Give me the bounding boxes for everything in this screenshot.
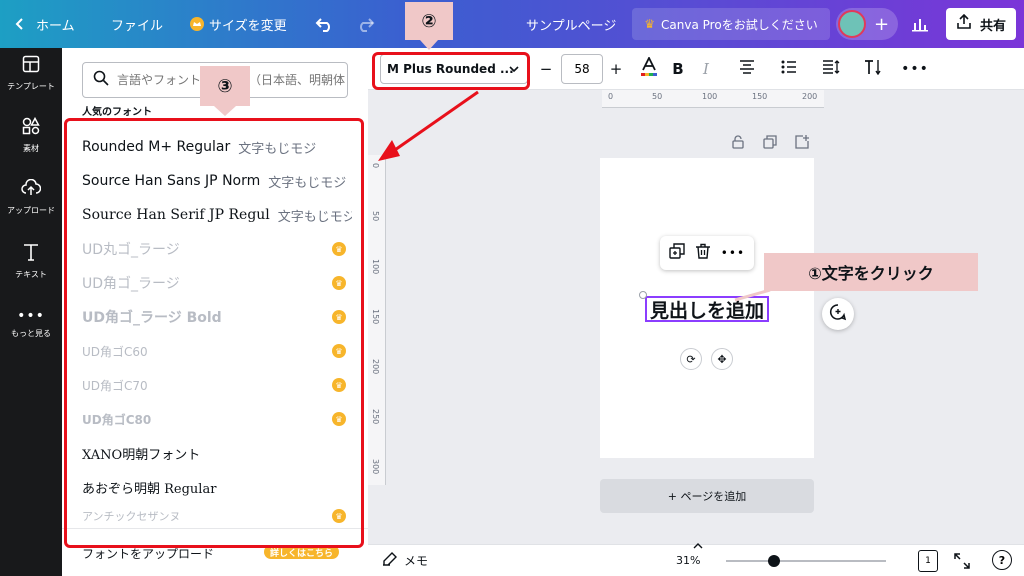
callout-pointer	[214, 106, 236, 116]
red-arrow	[391, 90, 479, 154]
callout-pointer	[734, 288, 771, 302]
callout-pointer	[420, 40, 438, 50]
annotation-arrows	[214, 40, 771, 302]
red-arrow-head	[378, 140, 400, 161]
